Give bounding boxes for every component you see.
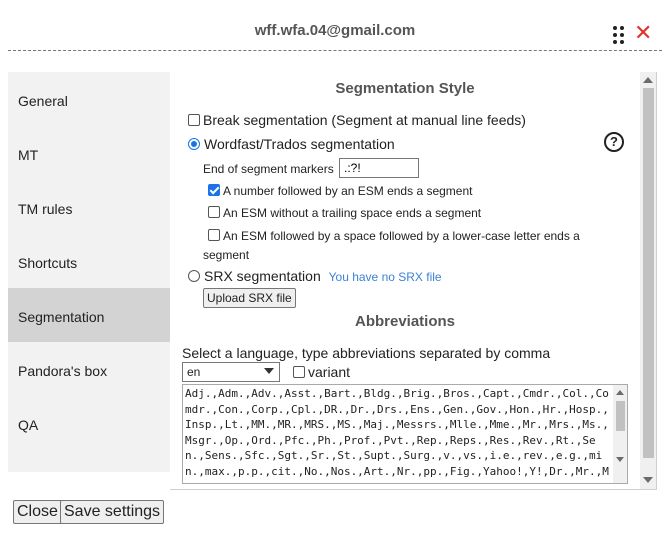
user-email: wff.wfa.04@gmail.com [254,22,416,39]
break-segmentation-label: Break segmentation (Segment at manual li… [203,112,526,128]
scroll-up-icon[interactable] [616,390,624,395]
esm-option-lowercase-checkbox[interactable] [208,229,220,241]
close-button[interactable]: Close [13,500,62,524]
chevron-down-icon [264,368,274,374]
sidebar-item-pandoras-box[interactable]: Pandora's box [8,342,170,396]
segmentation-style-title: Segmentation Style [335,80,475,97]
esm-field[interactable] [339,158,419,178]
variant-checkbox[interactable] [293,366,305,378]
srx-row[interactable]: SRX segmentation You have no SRX file [188,268,442,284]
variant-row[interactable]: variant [293,364,350,380]
break-segmentation-checkbox[interactable] [188,114,200,126]
scroll-down-icon[interactable] [643,477,653,483]
scroll-down-icon[interactable] [616,457,624,462]
upload-srx-button[interactable]: Upload SRX file [203,288,296,308]
abbreviations-instruction: Select a language, type abbreviations se… [182,345,551,361]
wordfast-label: Wordfast/Trados segmentation [204,136,395,152]
panel-scrollbar[interactable] [640,72,656,489]
sidebar-item-qa[interactable]: QA [8,396,170,450]
esm-option-no-space-label: An ESM without a trailing space ends a s… [223,206,482,220]
srx-note: You have no SRX file [328,270,442,284]
language-select[interactable]: en [182,362,280,382]
srx-label: SRX segmentation [204,268,321,284]
abbreviations-textarea[interactable]: Adj.,Adm.,Adv.,Asst.,Bart.,Bldg.,Brig.,B… [182,384,628,484]
drag-handle-icon[interactable] [612,25,626,45]
break-segmentation-row[interactable]: Break segmentation (Segment at manual li… [188,112,526,128]
abbreviations-title: Abbreviations [354,313,456,330]
help-icon[interactable]: ? [604,132,624,152]
sidebar-item-shortcuts[interactable]: Shortcuts [8,234,170,288]
srx-radio[interactable] [188,270,200,282]
sidebar-item-general[interactable]: General [8,72,170,126]
textarea-scrollbar[interactable] [613,385,627,483]
esm-option-lowercase-label-cont: segment [203,248,250,262]
variant-label: variant [308,364,351,380]
header: wff.wfa.04@gmail.com ✕ [0,0,670,52]
sidebar-item-mt[interactable]: MT [8,126,170,180]
esm-option-lowercase-label: An ESM followed by a space followed by a… [223,229,580,243]
abbreviations-text: Adj.,Adm.,Adv.,Asst.,Bart.,Bldg.,Brig.,B… [185,387,609,483]
language-select-value: en [187,365,201,379]
wordfast-row[interactable]: Wordfast/Trados segmentation [188,136,395,152]
esm-option-no-space-row[interactable]: An ESM without a trailing space ends a s… [208,206,481,220]
close-icon[interactable]: ✕ [634,22,652,44]
wordfast-radio[interactable] [188,138,200,150]
sidebar-item-segmentation[interactable]: Segmentation [8,288,170,342]
esm-label: End of segment markers [203,162,334,176]
esm-option-number-checkbox[interactable] [208,184,220,196]
esm-option-number-label: A number followed by an ESM ends a segme… [223,184,473,198]
panel-scroll-thumb[interactable] [643,88,654,458]
scroll-up-icon[interactable] [643,77,653,83]
esm-option-no-space-checkbox[interactable] [208,206,220,218]
sidebar-item-tm-rules[interactable]: TM rules [8,180,170,234]
segmentation-panel: Segmentation Style Break segmentation (S… [170,72,657,490]
save-settings-button[interactable]: Save settings [60,500,165,524]
scroll-thumb[interactable] [616,401,625,431]
header-divider [8,50,662,51]
esm-option-lowercase-row[interactable]: An ESM followed by a space followed by a… [208,229,580,243]
esm-option-number-row[interactable]: A number followed by an ESM ends a segme… [208,184,472,198]
settings-sidebar: General MT TM rules Shortcuts Segmentati… [8,72,170,472]
